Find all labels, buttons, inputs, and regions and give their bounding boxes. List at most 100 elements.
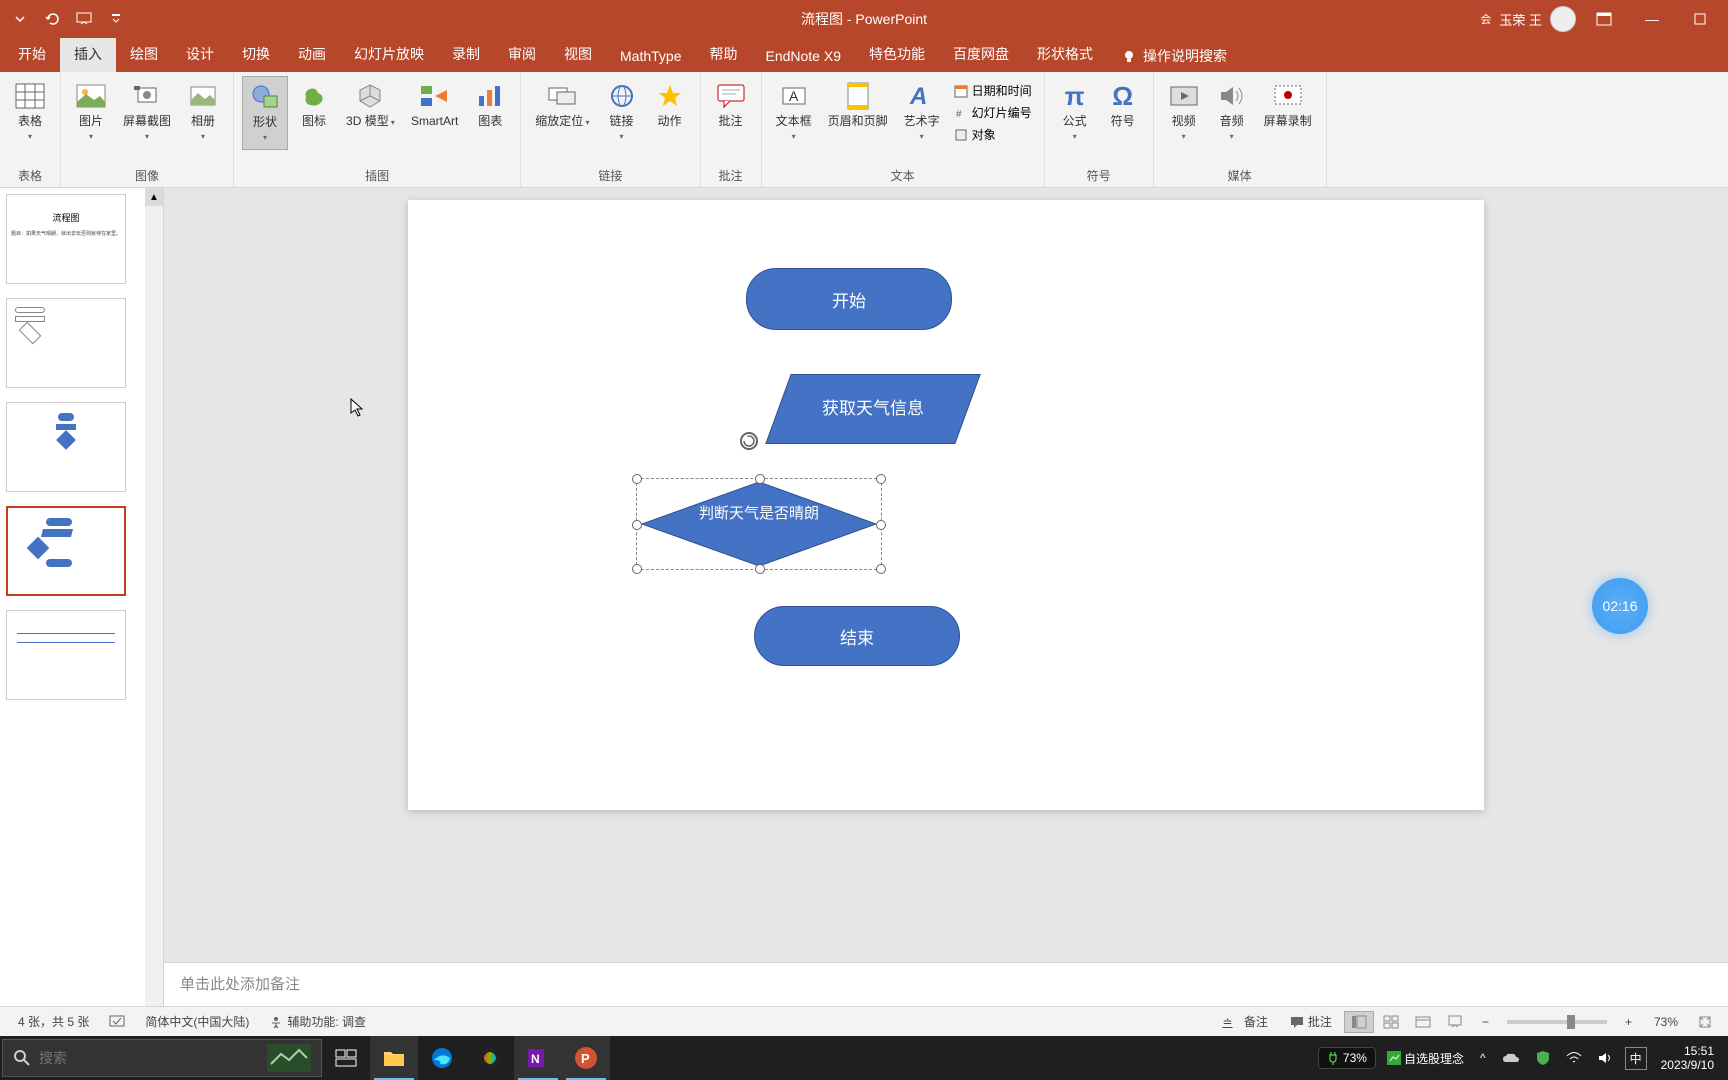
tray-security-icon[interactable]: [1531, 1050, 1555, 1066]
zoom-level[interactable]: 73%: [1644, 1015, 1688, 1029]
tell-me-search[interactable]: 操作说明搜索: [1111, 40, 1237, 72]
tab-slideshow[interactable]: 幻灯片放映: [340, 36, 438, 72]
qat-dropdown-icon[interactable]: [10, 9, 30, 29]
taskbar-onenote[interactable]: N: [514, 1036, 562, 1080]
user-avatar[interactable]: [1550, 6, 1576, 32]
object-button[interactable]: 对象: [950, 124, 1036, 145]
textbox-button[interactable]: A 文本框▾: [770, 76, 818, 148]
zoom-button[interactable]: 缩放定位 ▾: [529, 76, 595, 134]
pictures-button[interactable]: 图片▾: [69, 76, 113, 148]
user-sync-icon[interactable]: 会: [1480, 11, 1491, 27]
slide-number-button[interactable]: #幻灯片编号: [950, 102, 1036, 123]
reading-view-button[interactable]: [1408, 1011, 1438, 1033]
screen-recording-button[interactable]: 屏幕录制: [1258, 76, 1318, 132]
zoom-slider[interactable]: [1507, 1020, 1607, 1024]
tray-ime-indicator[interactable]: 中: [1625, 1047, 1647, 1070]
minimize-button[interactable]: —: [1632, 4, 1672, 34]
link-button[interactable]: 链接▾: [600, 76, 644, 148]
tab-help[interactable]: 帮助: [695, 36, 751, 72]
slide-thumb-3[interactable]: [6, 402, 126, 492]
zoom-in-button[interactable]: +: [1615, 1015, 1642, 1029]
photo-album-button[interactable]: 相册▾: [181, 76, 225, 148]
tray-clock[interactable]: 15:51 2023/9/10: [1653, 1044, 1722, 1072]
equation-button[interactable]: π 公式▾: [1053, 76, 1097, 148]
tab-mathtype[interactable]: MathType: [606, 40, 695, 72]
taskbar-explorer[interactable]: [370, 1036, 418, 1080]
audio-button[interactable]: 音频▾: [1210, 76, 1254, 148]
undo-icon[interactable]: [42, 9, 62, 29]
icons-button[interactable]: 图标: [292, 76, 336, 132]
symbol-button[interactable]: Ω 符号: [1101, 76, 1145, 132]
slide-thumbnails-panel[interactable]: 流程图 题目：如果天气晴朗，就出去玩否则就待在家里。: [0, 188, 164, 1006]
3d-models-button[interactable]: 3D 模型 ▾: [340, 76, 401, 134]
scroll-up-icon[interactable]: ▲: [145, 188, 163, 206]
wordart-button[interactable]: A 艺术字▾: [898, 76, 946, 148]
tab-shape-format[interactable]: 形状格式: [1023, 36, 1107, 72]
tab-animations[interactable]: 动画: [284, 36, 340, 72]
flowchart-end-shape[interactable]: 结束: [754, 606, 960, 666]
tab-record[interactable]: 录制: [438, 36, 494, 72]
fit-to-window-button[interactable]: [1690, 1011, 1720, 1033]
header-footer-button[interactable]: 页眉和页脚: [822, 76, 894, 132]
tab-home[interactable]: 开始: [4, 36, 60, 72]
slide-thumb-2[interactable]: [6, 298, 126, 388]
zoom-slider-thumb[interactable]: [1567, 1015, 1575, 1029]
canvas-scroll[interactable]: 开始 获取天气信息 判断天气是否晴朗: [164, 188, 1728, 962]
notes-toggle[interactable]: ≐ 备注: [1213, 1013, 1278, 1030]
tab-baidu[interactable]: 百度网盘: [939, 36, 1023, 72]
tab-draw[interactable]: 绘图: [116, 36, 172, 72]
task-view-button[interactable]: [322, 1036, 370, 1080]
action-button[interactable]: 动作: [648, 76, 692, 132]
video-button[interactable]: 视频▾: [1162, 76, 1206, 148]
taskbar-search[interactable]: [2, 1039, 322, 1077]
accessibility-checker[interactable]: 辅助功能: 调查: [259, 1013, 376, 1030]
flowchart-decision-shape[interactable]: 判断天气是否晴朗: [638, 478, 880, 570]
date-time-button[interactable]: 日期和时间: [950, 80, 1036, 101]
ribbon-display-options-icon[interactable]: [1584, 4, 1624, 34]
tray-onedrive-icon[interactable]: [1497, 1052, 1525, 1064]
taskbar-copilot[interactable]: [466, 1036, 514, 1080]
maximize-button[interactable]: [1680, 4, 1720, 34]
taskbar-edge[interactable]: [418, 1036, 466, 1080]
smartart-button[interactable]: SmartArt: [405, 76, 464, 132]
slide-thumb-4[interactable]: [6, 506, 126, 596]
tray-volume-icon[interactable]: [1593, 1051, 1619, 1065]
slide-thumb-1[interactable]: 流程图 题目：如果天气晴朗，就出去玩否则就待在家里。: [6, 194, 126, 284]
spellcheck-icon[interactable]: [99, 1015, 135, 1029]
comments-toggle[interactable]: 批注: [1280, 1013, 1342, 1030]
flowchart-input-shape[interactable]: 获取天气信息: [765, 374, 980, 444]
presentation-icon[interactable]: [74, 9, 94, 29]
thumbnails-scrollbar[interactable]: ▲: [145, 188, 163, 1006]
rotation-handle[interactable]: [740, 432, 758, 450]
comment-button[interactable]: 批注: [709, 76, 753, 132]
slide-canvas[interactable]: 开始 获取天气信息 判断天气是否晴朗: [408, 200, 1484, 810]
battery-indicator[interactable]: 73%: [1318, 1047, 1376, 1069]
tray-chevron-up-icon[interactable]: ^: [1475, 1051, 1491, 1065]
slide-thumb-5[interactable]: [6, 610, 126, 700]
timer-badge[interactable]: 02:16: [1592, 578, 1648, 634]
tab-features[interactable]: 特色功能: [855, 36, 939, 72]
tray-app-stocks[interactable]: 自选股理念: [1382, 1050, 1469, 1067]
tray-wifi-icon[interactable]: [1561, 1051, 1587, 1065]
table-button[interactable]: 表格▾: [8, 76, 52, 148]
chart-button[interactable]: 图表: [468, 76, 512, 132]
tab-review[interactable]: 审阅: [494, 36, 550, 72]
slideshow-view-button[interactable]: [1440, 1011, 1470, 1033]
tab-view[interactable]: 视图: [550, 36, 606, 72]
slide-counter[interactable]: 4 张，共 5 张: [8, 1013, 99, 1030]
tab-endnote[interactable]: EndNote X9: [751, 40, 855, 72]
language-indicator[interactable]: 简体中文(中国大陆): [135, 1013, 259, 1030]
slide-sorter-button[interactable]: [1376, 1011, 1406, 1033]
notes-pane[interactable]: 单击此处添加备注: [164, 962, 1728, 1006]
tab-transitions[interactable]: 切换: [228, 36, 284, 72]
tab-insert[interactable]: 插入: [60, 36, 116, 72]
screenshot-button[interactable]: 屏幕截图▾: [117, 76, 177, 148]
qat-more-icon[interactable]: [106, 9, 126, 29]
search-input[interactable]: [39, 1050, 259, 1066]
normal-view-button[interactable]: [1344, 1011, 1374, 1033]
tab-design[interactable]: 设计: [172, 36, 228, 72]
flowchart-start-shape[interactable]: 开始: [746, 268, 952, 330]
zoom-out-button[interactable]: −: [1472, 1015, 1499, 1029]
taskbar-powerpoint[interactable]: P: [562, 1036, 610, 1080]
shapes-button[interactable]: 形状▾: [242, 76, 288, 150]
